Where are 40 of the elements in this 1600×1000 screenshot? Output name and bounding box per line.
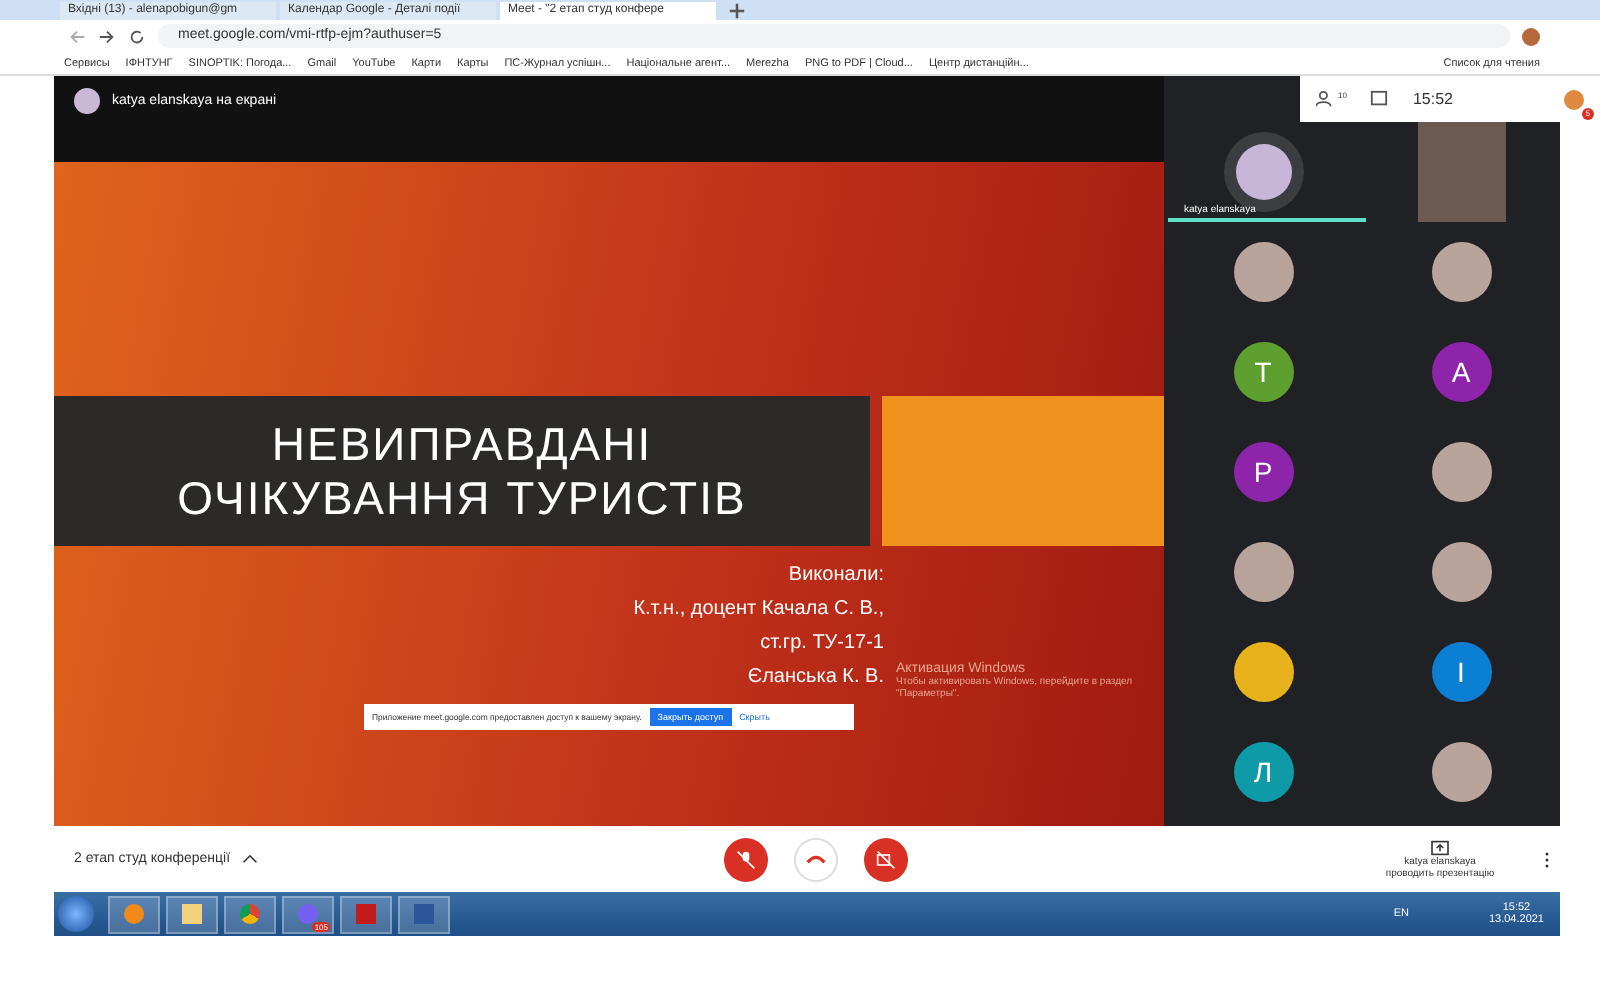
document-taskbar-icon[interactable]	[398, 895, 450, 933]
start-button[interactable]	[58, 896, 94, 932]
new-tab-icon[interactable]	[728, 1, 746, 19]
camera-off-button[interactable]	[864, 837, 908, 881]
avatar-placeholder	[1431, 242, 1491, 302]
initial-avatar: T	[1233, 342, 1293, 402]
video-placeholder	[1417, 122, 1505, 222]
avatar-placeholder	[1431, 542, 1491, 602]
hang-up-button[interactable]	[794, 837, 838, 881]
slide-credit-line: Виконали:	[788, 562, 884, 590]
slide-credit-line: ст.гр. ТУ-17-1	[760, 630, 884, 658]
chat-icon[interactable]	[1370, 90, 1389, 108]
avatar-placeholder	[1431, 742, 1491, 802]
reload-icon[interactable]	[128, 27, 146, 45]
initial-avatar: Л	[1233, 742, 1293, 802]
initial-avatar: A	[1431, 342, 1491, 402]
phone-hang-up-icon	[806, 852, 826, 866]
camera-off-icon	[876, 849, 896, 869]
slide-title: ОЧІКУВАННЯ ТУРИСТІВ	[177, 471, 747, 525]
avatar-placeholder	[1431, 442, 1491, 502]
avatar-placeholder	[1233, 242, 1293, 302]
caret-icon[interactable]	[242, 854, 259, 864]
initial-avatar: І	[1431, 642, 1491, 702]
mic-off-button[interactable]	[724, 837, 768, 881]
slide-credit-line: К.т.н., доцент Качала С. В.,	[633, 596, 884, 624]
profile-avatar-icon	[1522, 27, 1540, 45]
mic-off-icon	[736, 849, 756, 869]
user-avatar[interactable]	[1564, 89, 1584, 109]
folder-taskbar-icon[interactable]	[166, 895, 218, 933]
more-options-icon[interactable]	[1544, 849, 1550, 869]
browser-taskbar-icon[interactable]	[224, 895, 276, 933]
present-icon[interactable]	[1430, 839, 1450, 855]
forward-icon[interactable]	[98, 27, 116, 45]
initial-avatar: P	[1233, 442, 1293, 502]
meeting-clock: 15:52	[1412, 90, 1453, 108]
slide-title: НЕВИПРАВДАНІ	[271, 417, 653, 471]
avatar-placeholder	[1233, 542, 1293, 602]
pdf-taskbar-icon[interactable]	[340, 895, 392, 933]
presenter-avatar-icon	[74, 88, 100, 114]
slide-credit-line: Єланська К. В.	[747, 664, 884, 692]
